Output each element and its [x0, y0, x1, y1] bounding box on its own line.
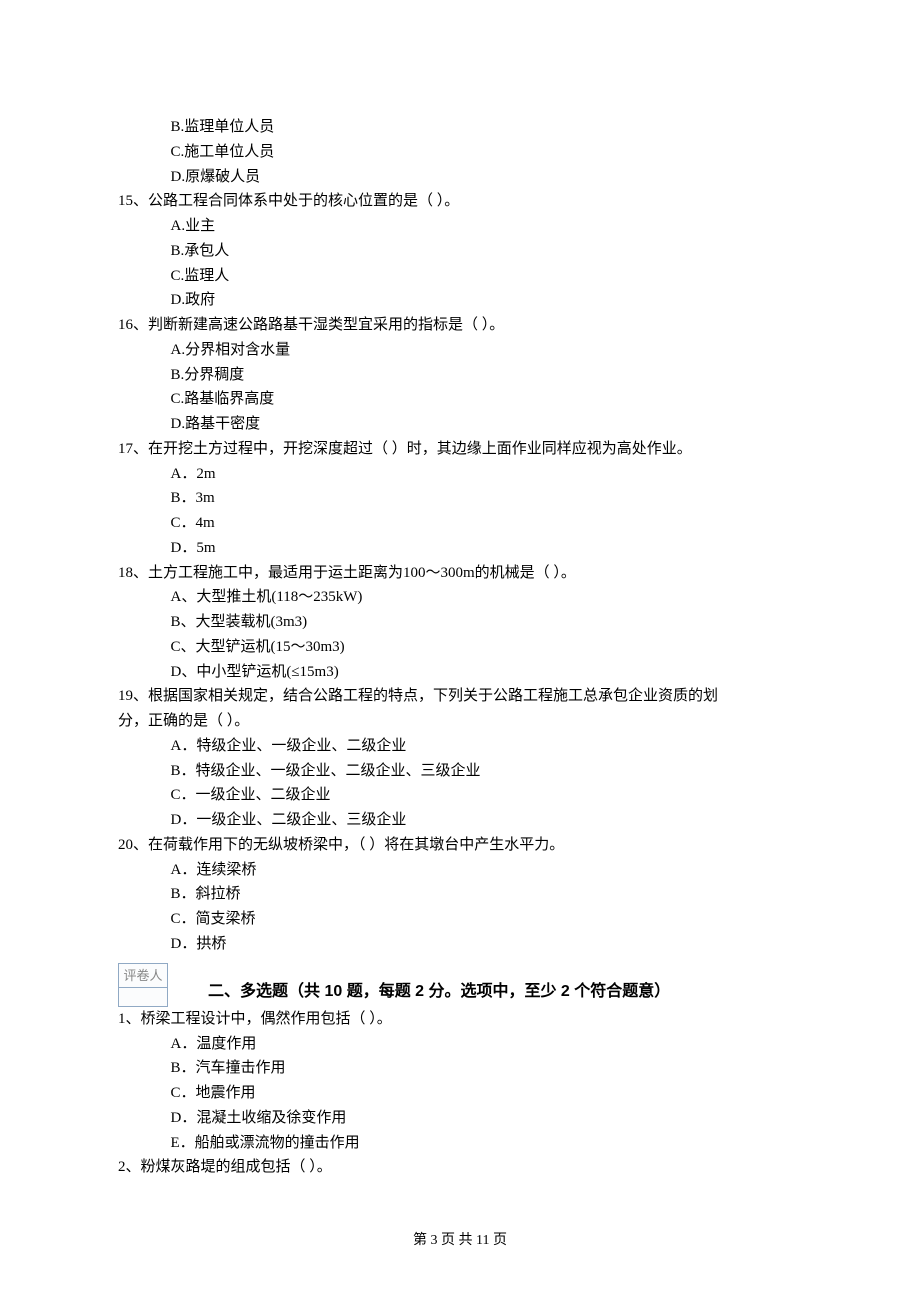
grader-label: 评卷人: [118, 963, 168, 988]
mq1-option-C: C．地震作用: [118, 1081, 802, 1106]
q18-option-B: B、大型装载机(3m3): [118, 610, 802, 635]
q19-stem-line2: 分，正确的是（ ）。: [118, 709, 802, 734]
mq1-option-B: B．汽车撞击作用: [118, 1056, 802, 1081]
q19-option-B: B．特级企业、一级企业、二级企业、三级企业: [118, 759, 802, 784]
q19-option-C: C．一级企业、二级企业: [118, 783, 802, 808]
q17-stem: 17、在开挖土方过程中，开挖深度超过（ ）时，其边缘上面作业同样应视为高处作业。: [118, 437, 802, 462]
grader-empty-cell: [118, 988, 168, 1007]
orphan-option-B: B.监理单位人员: [118, 115, 802, 140]
mq1-option-E: E．船舶或漂流物的撞击作用: [118, 1131, 802, 1156]
q15-option-C: C.监理人: [118, 264, 802, 289]
q15-option-D: D.政府: [118, 288, 802, 313]
orphan-option-C: C.施工单位人员: [118, 140, 802, 165]
q16-option-A: A.分界相对含水量: [118, 338, 802, 363]
q17-option-D: D．5m: [118, 536, 802, 561]
q19-option-D: D．一级企业、二级企业、三级企业: [118, 808, 802, 833]
q16-option-D: D.路基干密度: [118, 412, 802, 437]
section-title-multi: 二、多选题（共 10 题，每题 2 分。选项中，至少 2 个符合题意）: [208, 979, 670, 1007]
q19-stem-line1: 19、根据国家相关规定，结合公路工程的特点，下列关于公路工程施工总承包企业资质的…: [118, 684, 802, 709]
mq1-stem: 1、桥梁工程设计中，偶然作用包括（ ）。: [118, 1007, 802, 1032]
q17-option-B: B．3m: [118, 486, 802, 511]
q15-option-A: A.业主: [118, 214, 802, 239]
q16-option-C: C.路基临界高度: [118, 387, 802, 412]
mq1-option-A: A．温度作用: [118, 1032, 802, 1057]
q18-option-C: C、大型铲运机(15～30m3): [118, 635, 802, 660]
exam-page: B.监理单位人员 C.施工单位人员 D.原爆破人员 15、公路工程合同体系中处于…: [0, 0, 920, 1302]
q20-option-C: C．简支梁桥: [118, 907, 802, 932]
q20-option-A: A．连续梁桥: [118, 858, 802, 883]
q16-stem: 16、判断新建高速公路路基干湿类型宜采用的指标是（ ）。: [118, 313, 802, 338]
grader-box: 评卷人: [118, 963, 168, 1007]
section-header-row: 评卷人 二、多选题（共 10 题，每题 2 分。选项中，至少 2 个符合题意）: [118, 957, 802, 1007]
q18-stem: 18、土方工程施工中，最适用于运土距离为100～300m的机械是（ ）。: [118, 561, 802, 586]
mq1-option-D: D．混凝土收缩及徐变作用: [118, 1106, 802, 1131]
q20-option-B: B．斜拉桥: [118, 882, 802, 907]
q17-option-A: A．2m: [118, 462, 802, 487]
q20-option-D: D．拱桥: [118, 932, 802, 957]
q18-option-A: A、大型推土机(118～235kW): [118, 585, 802, 610]
q15-stem: 15、公路工程合同体系中处于的核心位置的是（ ）。: [118, 189, 802, 214]
mq2-stem: 2、粉煤灰路堤的组成包括（ ）。: [118, 1155, 802, 1180]
q20-stem: 20、在荷载作用下的无纵坡桥梁中，（ ）将在其墩台中产生水平力。: [118, 833, 802, 858]
q16-option-B: B.分界稠度: [118, 363, 802, 388]
page-footer: 第 3 页 共 11 页: [0, 1229, 920, 1252]
q17-option-C: C．4m: [118, 511, 802, 536]
orphan-option-D: D.原爆破人员: [118, 165, 802, 190]
q15-option-B: B.承包人: [118, 239, 802, 264]
q19-option-A: A．特级企业、一级企业、二级企业: [118, 734, 802, 759]
q18-option-D: D、中小型铲运机(≤15m3): [118, 660, 802, 685]
